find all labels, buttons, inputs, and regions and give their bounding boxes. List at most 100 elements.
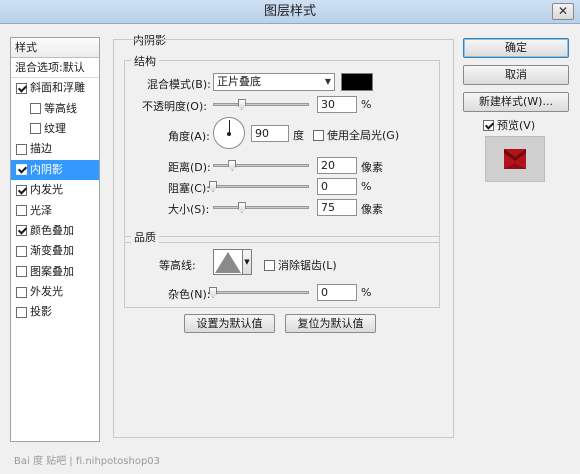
angle-dial-center (227, 132, 231, 136)
effect-label: 投影 (30, 305, 52, 319)
new-style-button[interactable]: 新建样式(W)... (463, 92, 569, 112)
global-light-label: 使用全局光(G) (327, 129, 400, 142)
choke-unit: % (361, 180, 372, 193)
angle-input[interactable]: 90 (251, 125, 289, 142)
styles-header[interactable]: 样式 (11, 38, 99, 58)
effect-checkbox[interactable] (16, 82, 27, 94)
effect-checkbox[interactable] (16, 143, 27, 155)
effect-label: 内发光 (30, 183, 63, 197)
opacity-input[interactable]: 30 (317, 96, 357, 113)
angle-row: 角度(A): (168, 128, 210, 144)
effect-item[interactable]: 光泽 (11, 200, 99, 220)
effect-item[interactable]: 内阴影 (11, 159, 99, 180)
effect-item[interactable]: 渐变叠加 (11, 241, 99, 261)
opacity-slider[interactable] (213, 99, 309, 110)
preview-row[interactable]: 预览(V) (483, 117, 535, 133)
preview-checkbox[interactable] (483, 119, 494, 131)
contour-row: 等高线: (159, 257, 196, 273)
effect-checkbox[interactable] (16, 245, 27, 257)
noise-slider[interactable] (209, 287, 309, 298)
blend-mode-row: 混合模式(B): (147, 76, 211, 92)
choke-input[interactable]: 0 (317, 178, 357, 195)
effect-checkbox[interactable] (16, 286, 27, 298)
preview-swatch-icon (504, 149, 526, 169)
effect-checkbox[interactable] (30, 103, 41, 115)
effect-item[interactable]: 内发光 (11, 180, 99, 200)
effect-label: 斜面和浮雕 (30, 81, 85, 95)
size-slider-thumb[interactable] (237, 202, 246, 213)
effect-item[interactable]: 颜色叠加 (11, 221, 99, 241)
distance-slider-thumb[interactable] (228, 160, 237, 171)
effect-checkbox[interactable] (16, 164, 27, 176)
effect-item[interactable]: 等高线 (11, 98, 99, 118)
size-slider[interactable] (213, 202, 309, 213)
opacity-slider-thumb[interactable] (237, 99, 246, 110)
effect-label: 纹理 (44, 121, 66, 135)
opacity-unit: % (361, 98, 372, 111)
noise-slider-track (213, 291, 309, 294)
size-slider-track (213, 206, 309, 209)
effect-label: 等高线 (44, 101, 77, 115)
effect-checkbox[interactable] (16, 184, 27, 196)
watermark-text: Bai 度 贴吧 | fi.nihpotoshop03 (14, 456, 161, 467)
anti-alias-label: 消除锯齿(L) (278, 259, 337, 272)
structure-title: 结构 (131, 53, 159, 69)
angle-dial[interactable] (213, 117, 245, 149)
styles-list: 样式 混合选项:默认 斜面和浮雕等高线纹理描边内阴影内发光光泽颜色叠加渐变叠加图… (10, 37, 100, 442)
blend-mode-label: 混合模式(B): (147, 78, 211, 91)
opacity-slider-track (213, 103, 309, 106)
ok-button[interactable]: 确定 (463, 38, 569, 58)
reset-default-button[interactable]: 复位为默认值 (285, 314, 376, 333)
quality-title: 品质 (131, 229, 159, 245)
effect-label: 颜色叠加 (30, 223, 74, 237)
distance-slider-track (213, 164, 309, 167)
effect-item[interactable]: 斜面和浮雕 (11, 78, 99, 98)
effect-item[interactable]: 纹理 (11, 119, 99, 139)
contour-preview[interactable] (213, 249, 243, 275)
blend-mode-select[interactable]: 正片叠底 ▼ (213, 73, 335, 91)
contour-dropdown[interactable]: ▼ (242, 249, 252, 275)
cancel-button[interactable]: 取消 (463, 65, 569, 85)
close-button[interactable]: ✕ (552, 3, 574, 20)
effect-item[interactable]: 描边 (11, 139, 99, 159)
choke-slider[interactable] (209, 181, 309, 192)
distance-slider[interactable] (213, 160, 309, 171)
effect-label: 图案叠加 (30, 264, 74, 278)
noise-label: 杂色(N): (168, 288, 211, 301)
blend-color-swatch[interactable] (341, 73, 373, 91)
effect-item[interactable]: 投影 (11, 302, 99, 322)
effect-item[interactable]: 外发光 (11, 282, 99, 302)
angle-label: 角度(A): (168, 130, 210, 143)
size-label: 大小(S): (168, 203, 210, 216)
effect-checkbox[interactable] (16, 266, 27, 278)
chevron-down-icon: ▼ (244, 258, 250, 266)
size-unit: 像素 (361, 203, 383, 216)
chevron-down-icon: ▼ (324, 77, 331, 86)
noise-input[interactable]: 0 (317, 284, 357, 301)
global-light-row[interactable]: 使用全局光(G) (313, 127, 399, 143)
noise-row: 杂色(N): (168, 286, 211, 302)
contour-label: 等高线: (159, 259, 196, 272)
effect-checkbox[interactable] (16, 205, 27, 217)
opacity-row: 不透明度(O): (142, 98, 207, 114)
effect-checkbox[interactable] (16, 225, 27, 237)
dialog-client: 样式 混合选项:默认 斜面和浮雕等高线纹理描边内阴影内发光光泽颜色叠加渐变叠加图… (0, 24, 580, 474)
effect-item[interactable]: 图案叠加 (11, 262, 99, 282)
anti-alias-row[interactable]: 消除锯齿(L) (264, 257, 337, 273)
anti-alias-checkbox[interactable] (264, 259, 275, 271)
make-default-button[interactable]: 设置为默认值 (184, 314, 275, 333)
close-icon: ✕ (557, 4, 569, 18)
blending-options-item[interactable]: 混合选项:默认 (11, 58, 99, 78)
preview-label: 预览(V) (497, 119, 536, 132)
effect-label: 描边 (30, 142, 52, 156)
distance-input[interactable]: 20 (317, 157, 357, 174)
size-row: 大小(S): (168, 201, 209, 217)
effect-checkbox[interactable] (30, 123, 41, 135)
size-input[interactable]: 75 (317, 199, 357, 216)
angle-unit: 度 (293, 129, 304, 142)
contour-curve-icon (215, 252, 241, 273)
effect-checkbox[interactable] (16, 306, 27, 318)
opacity-label: 不透明度(O): (142, 100, 207, 113)
distance-row: 距离(D): (168, 159, 211, 175)
global-light-checkbox[interactable] (313, 129, 324, 141)
